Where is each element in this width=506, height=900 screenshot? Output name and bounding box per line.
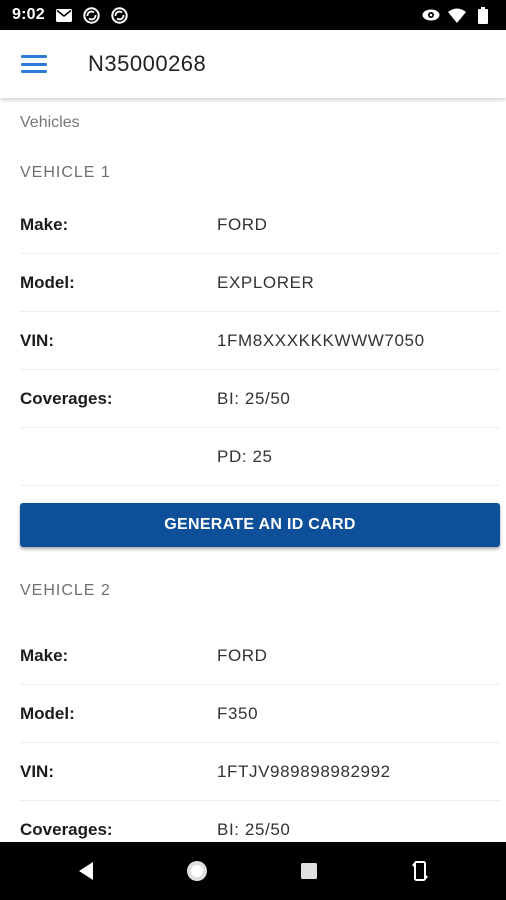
sync-icon	[83, 6, 101, 24]
vin-value: 1FTJV989898982992	[217, 761, 391, 781]
vehicle-2-header: VEHICLE 2	[20, 582, 111, 599]
coverages-label: Coverages:	[20, 388, 113, 408]
vehicle-1-model-row: Model: EXPLORER	[20, 254, 500, 312]
wifi-icon	[448, 6, 466, 24]
home-button[interactable]	[177, 851, 217, 891]
back-button[interactable]	[66, 851, 106, 891]
sync-icon	[111, 6, 129, 24]
make-value: FORD	[217, 214, 268, 234]
vin-label: VIN:	[20, 330, 54, 350]
eye-icon	[422, 6, 440, 24]
make-label: Make:	[20, 645, 69, 665]
vehicle-1-make-row: Make: FORD	[20, 196, 500, 254]
vin-value: 1FM8XXXKKKWWW7050	[217, 330, 425, 350]
vehicle-2-model-row: Model: F350	[20, 685, 500, 743]
app-bar: N35000268	[0, 30, 506, 98]
vehicle-2-coverages-row: Coverages: BI: 25/50	[20, 801, 500, 842]
model-label: Model:	[20, 272, 75, 292]
vehicle-1-header: VEHICLE 1	[20, 164, 111, 181]
status-time: 9:02	[12, 6, 45, 23]
page-title: N35000268	[88, 51, 207, 76]
coverage-value: PD: 25	[217, 446, 273, 466]
generate-id-card-button[interactable]: GENERATE AN ID CARD	[20, 503, 500, 547]
vehicle-2-make-row: Make: FORD	[20, 627, 500, 685]
recents-button[interactable]	[289, 851, 329, 891]
status-bar: 9:02	[0, 0, 506, 30]
vehicle-1-coverages-row: Coverages: BI: 25/50	[20, 370, 500, 428]
rotate-button[interactable]	[400, 851, 440, 891]
vin-label: VIN:	[20, 761, 54, 781]
battery-icon	[474, 6, 492, 24]
vehicle-list[interactable]: Vehicles VEHICLE 1 Make: FORD Model: EXP…	[0, 98, 506, 842]
section-label: Vehicles	[20, 114, 80, 131]
home-icon	[187, 861, 208, 881]
menu-button[interactable]	[0, 30, 68, 98]
rotate-icon	[412, 861, 429, 881]
vehicle-2-vin-row: VIN: 1FTJV989898982992	[20, 743, 500, 801]
mail-icon	[55, 6, 73, 24]
menu-icon	[21, 55, 47, 73]
navigation-bar	[0, 842, 506, 900]
coverage-value: BI: 25/50	[217, 388, 291, 408]
model-value: EXPLORER	[217, 272, 315, 292]
make-label: Make:	[20, 214, 69, 234]
coverages-label: Coverages:	[20, 819, 113, 839]
coverage-value: BI: 25/50	[217, 819, 291, 839]
model-value: F350	[217, 703, 259, 723]
make-value: FORD	[217, 645, 268, 665]
vehicle-1-vin-row: VIN: 1FM8XXXKKKWWW7050	[20, 312, 500, 370]
model-label: Model:	[20, 703, 75, 723]
back-icon	[78, 862, 93, 880]
recents-icon	[300, 863, 317, 879]
vehicle-1-coverages-row-2: PD: 25	[20, 428, 500, 486]
